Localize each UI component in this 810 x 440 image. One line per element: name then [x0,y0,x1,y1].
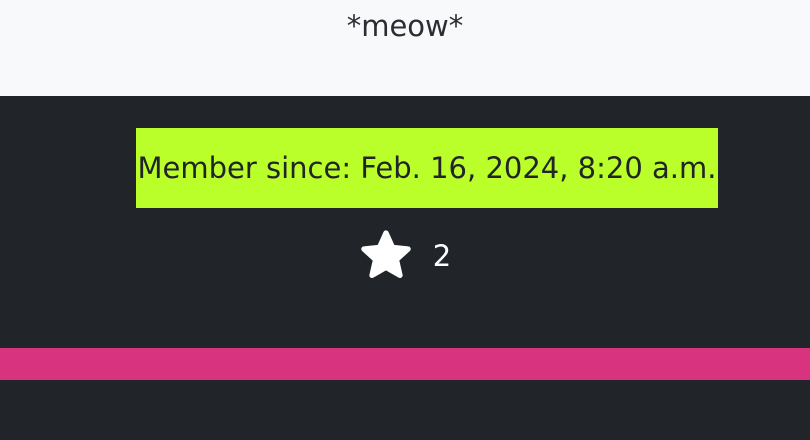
profile-header-panel: *meow* [0,0,810,96]
member-since-badge: Member since: Feb. 16, 2024, 8:20 a.m. [136,128,718,208]
profile-bio: *meow* [346,9,464,43]
star-icon[interactable] [359,229,413,283]
accent-divider [0,348,810,380]
star-rating: 2 [0,228,810,284]
star-count: 2 [432,239,452,273]
